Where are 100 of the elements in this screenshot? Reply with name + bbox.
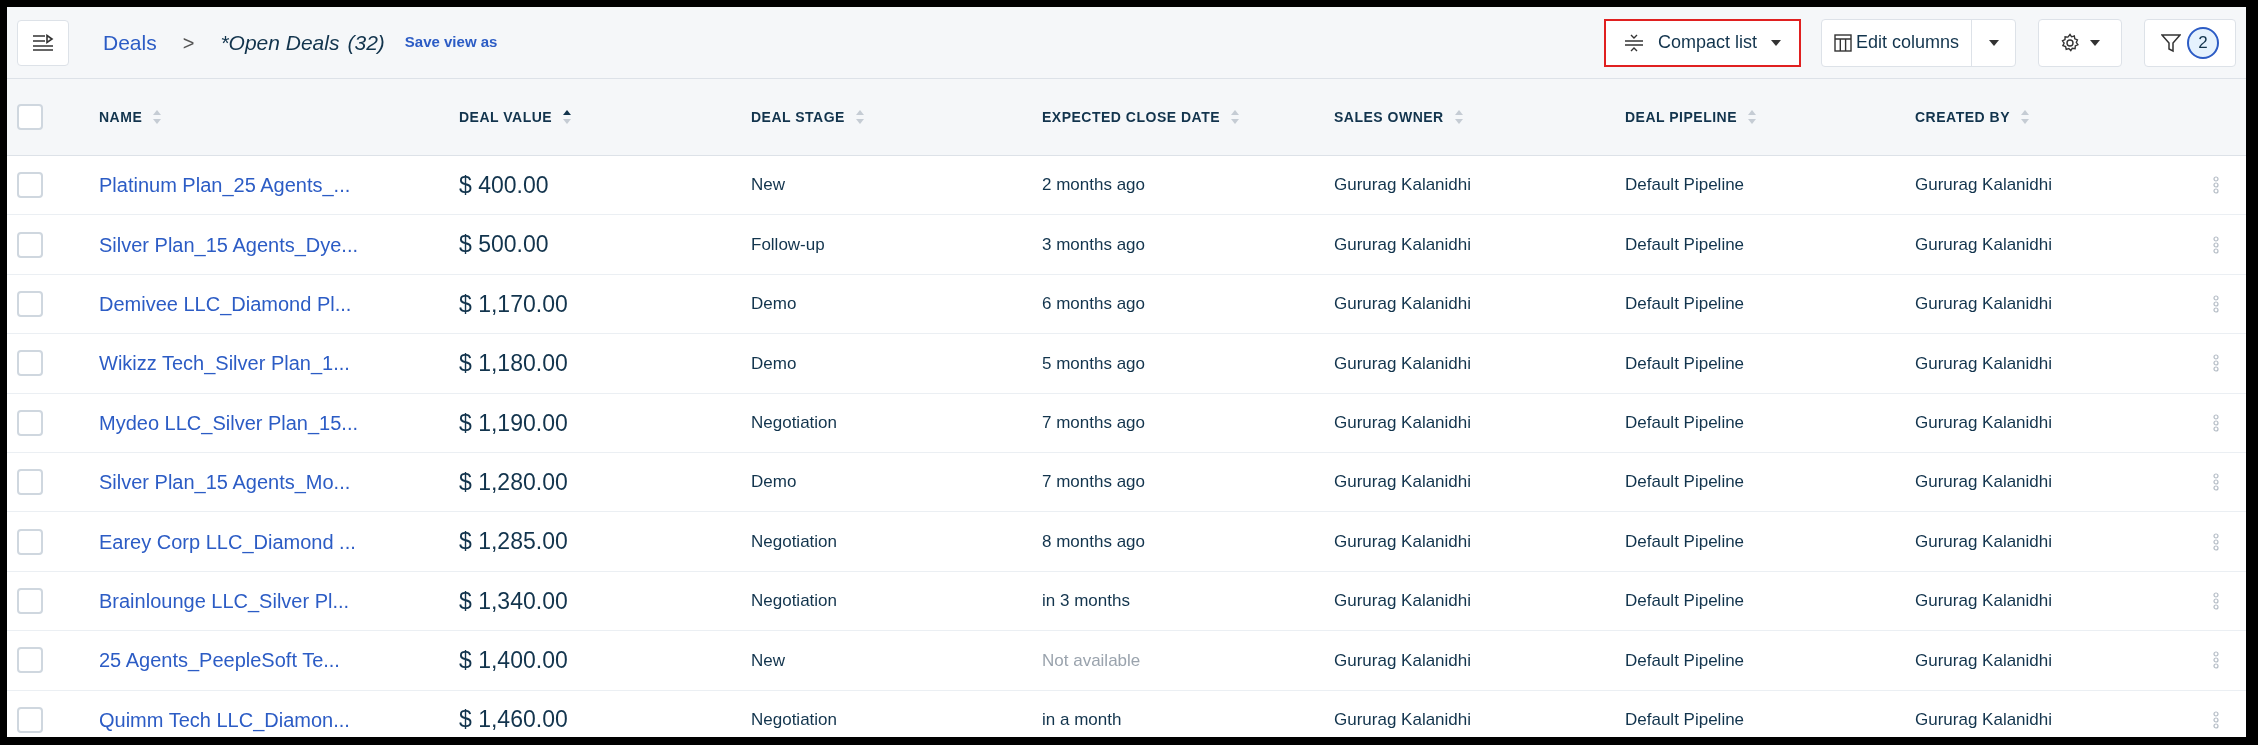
checkbox[interactable] [17, 104, 43, 130]
table-cell: Gururag Kalanidhi [1334, 709, 1472, 729]
table-cell: 5 months ago [1042, 353, 1145, 373]
more-options-icon[interactable] [2213, 176, 2219, 195]
settings-dropdown[interactable] [2038, 18, 2122, 67]
filter-count-badge: 2 [2187, 26, 2219, 59]
deal-name-link[interactable]: Earey Corp LLC_Diamond ... [99, 530, 356, 553]
table-cell: Default Pipeline [1625, 650, 1745, 670]
table-cell: Demo [751, 472, 797, 492]
checkbox[interactable] [17, 706, 43, 733]
table-cell: Negotiation [751, 413, 837, 432]
table-cell: Demo [751, 294, 797, 314]
table-cell: Default Pipeline [1625, 591, 1745, 611]
table-cell: Negotiation [751, 531, 837, 551]
checkbox[interactable] [17, 587, 43, 614]
checkbox[interactable] [17, 350, 43, 377]
column-header[interactable]: CREATED BY [1915, 106, 2010, 128]
more-options-icon[interactable] [2213, 651, 2219, 670]
table-cell: Default Pipeline [1625, 294, 1745, 314]
table-cell: Gururag Kalanidhi [1334, 591, 1472, 611]
table-cell: Default Pipeline [1625, 234, 1745, 254]
view-mode-dropdown[interactable]: Compact list [1603, 18, 1801, 67]
breadcrumb-separator: > [182, 30, 195, 56]
sort-icon[interactable] [562, 109, 573, 125]
checkbox[interactable] [17, 647, 43, 674]
column-header[interactable]: DEAL VALUE [459, 106, 553, 128]
more-options-icon[interactable] [2213, 532, 2219, 551]
table-cell: Gururag Kalanidhi [1915, 472, 2053, 492]
table-cell: in a month [1042, 709, 1122, 729]
deal-name-link[interactable]: Platinum Plan_25 Agents_... [99, 174, 351, 197]
table-cell: Default Pipeline [1625, 709, 1745, 729]
table-cell: Negotiation [751, 591, 837, 611]
table-cell: $ 1,190.00 [459, 409, 568, 436]
sidebar-toggle-button[interactable] [17, 19, 69, 66]
column-header[interactable]: DEAL STAGE [751, 106, 845, 128]
column-header[interactable]: DEAL PIPELINE [1625, 106, 1738, 128]
table-cell: 7 months ago [1042, 413, 1145, 432]
deal-name-link[interactable]: Quimm Tech LLC_Diamon... [99, 708, 350, 731]
deal-name-link[interactable]: Wikizz Tech_Silver Plan_1... [99, 352, 350, 375]
table-cell: 2 months ago [1042, 175, 1145, 195]
table-cell: Gururag Kalanidhi [1334, 294, 1472, 314]
table-cell: 7 months ago [1042, 472, 1145, 492]
table-cell: Follow-up [751, 234, 825, 254]
table-cell: Default Pipeline [1625, 353, 1745, 373]
column-header[interactable]: SALES OWNER [1334, 106, 1444, 128]
breadcrumb-link[interactable]: Deals [103, 26, 157, 59]
checkbox[interactable] [17, 528, 43, 555]
deal-name-link[interactable]: Mydeo LLC_Silver Plan_15... [99, 411, 359, 434]
column-header[interactable]: EXPECTED CLOSE DATE [1042, 106, 1221, 128]
table-cell: $ 1,460.00 [459, 706, 568, 733]
more-options-icon[interactable] [2213, 473, 2219, 492]
deal-count: (32) [347, 29, 385, 56]
checkbox[interactable] [17, 231, 43, 258]
table-cell: 6 months ago [1042, 294, 1145, 314]
table-cell: Gururag Kalanidhi [1334, 175, 1472, 195]
table-cell: 3 months ago [1042, 234, 1145, 254]
caret-icon [1770, 39, 1781, 46]
table-cell: Gururag Kalanidhi [1915, 413, 2053, 432]
deal-name-link[interactable]: 25 Agents_PeepleSoft Te... [99, 649, 340, 672]
table-cell: Gururag Kalanidhi [1334, 472, 1472, 492]
checkbox[interactable] [17, 409, 43, 436]
more-options-icon[interactable] [2213, 235, 2219, 254]
more-options-icon[interactable] [2213, 354, 2219, 373]
more-options-icon[interactable] [2213, 591, 2219, 610]
table-cell: Gururag Kalanidhi [1915, 650, 2053, 670]
table-cell: Gururag Kalanidhi [1334, 650, 1472, 670]
filter-button[interactable]: 2 [2144, 18, 2236, 67]
table-cell: Gururag Kalanidhi [1915, 531, 2053, 551]
table-cell: Demo [751, 353, 797, 373]
table-cell: Gururag Kalanidhi [1915, 709, 2053, 729]
checkbox[interactable] [17, 290, 43, 317]
table-cell: Gururag Kalanidhi [1915, 234, 2053, 254]
deal-name-link[interactable]: Silver Plan_15 Agents_Dye... [99, 233, 359, 256]
settings-icon [2060, 32, 2080, 53]
table-cell: Not available [1042, 650, 1141, 670]
deal-name-link[interactable]: Brainlounge LLC_Silver Pl... [99, 589, 350, 612]
deal-name-link[interactable]: Silver Plan_15 Agents_Mo... [99, 471, 351, 494]
table-cell: $ 1,180.00 [459, 350, 568, 377]
more-options-icon[interactable] [2213, 413, 2219, 432]
caret-icon [1988, 39, 1999, 46]
filter-icon [2161, 32, 2181, 53]
table-cell: New [751, 650, 785, 670]
table-cell: $ 1,340.00 [459, 587, 568, 614]
checkbox[interactable] [17, 172, 43, 199]
table-cell: Gururag Kalanidhi [1334, 234, 1472, 254]
column-header[interactable]: NAME [99, 106, 143, 128]
table-cell: New [751, 175, 785, 195]
table-cell: Gururag Kalanidhi [1334, 531, 1472, 551]
table-cell: $ 1,285.00 [459, 528, 568, 555]
menu-icon [32, 33, 54, 52]
table-cell: $ 1,280.00 [459, 468, 568, 495]
deal-name-link[interactable]: Demivee LLC_Diamond Pl... [99, 292, 352, 315]
table-cell: 8 months ago [1042, 531, 1145, 551]
compact-icon [1623, 32, 1644, 53]
checkbox[interactable] [17, 469, 43, 496]
table-cell: Gururag Kalanidhi [1915, 294, 2053, 314]
table-cell: Gururag Kalanidhi [1915, 591, 2053, 611]
more-options-icon[interactable] [2213, 710, 2219, 729]
save-view-link[interactable]: Save view as [404, 31, 498, 54]
more-options-icon[interactable] [2213, 294, 2219, 313]
